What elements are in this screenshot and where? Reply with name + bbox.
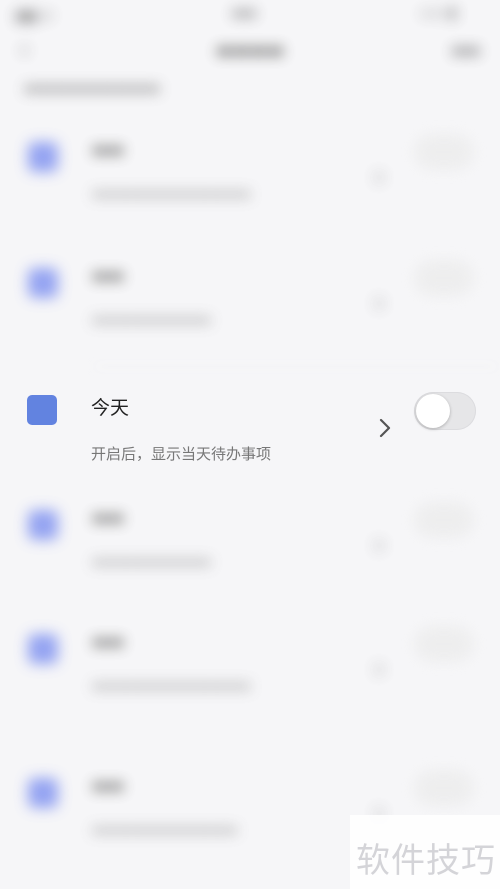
calendar-icon (28, 268, 58, 298)
today-square-icon (27, 395, 57, 425)
chevron-right-icon: › (374, 530, 385, 560)
nav-title: ▬▬▬▬ (215, 40, 285, 61)
nav-action[interactable]: ▬▬ (452, 41, 480, 59)
item-name: ▬▬ (92, 508, 125, 528)
list-item[interactable]: ▬▬ ▬▬▬▬▬▬▬▬▬ › (0, 488, 500, 606)
status-time: ▬▬ (232, 6, 257, 21)
item-desc: ▬▬▬▬▬▬▬▬▬▬▬▬ (92, 678, 251, 694)
toggle-switch[interactable] (414, 770, 474, 806)
status-bar: ▮▮▮ ᯤ ▬▬ ▭▭ ▮ (0, 0, 500, 28)
toggle-knob (416, 394, 450, 428)
calendar-icon (28, 634, 58, 664)
toggle-switch[interactable] (414, 502, 474, 538)
chevron-right-icon: › (374, 654, 385, 684)
list-item[interactable]: ▬▬ ▬▬▬▬▬▬▬▬▬▬▬▬ › (0, 120, 500, 238)
toggle-switch[interactable] (414, 626, 474, 662)
item-desc: ▬▬▬▬▬▬▬▬▬ (92, 312, 212, 328)
calendar-icon (28, 510, 58, 540)
nav-bar: ‹ ▬▬▬▬ ▬▬ (0, 28, 500, 74)
toggle-switch[interactable] (414, 134, 474, 170)
list-item[interactable]: ▬▬ ▬▬▬▬▬▬▬▬▬ › (0, 246, 500, 364)
today-toggle[interactable] (414, 392, 476, 430)
chevron-right-icon[interactable] (374, 414, 398, 442)
calendar-icon (28, 142, 58, 172)
item-name: ▬▬ (92, 632, 125, 652)
watermark: 软件技巧 (350, 815, 500, 889)
item-name: ▬▬ (92, 266, 125, 286)
item-name: ▬▬ (92, 140, 125, 160)
item-name: ▬▬ (92, 776, 125, 796)
calendar-icon (28, 778, 58, 808)
chevron-right-icon: › (374, 288, 385, 318)
battery-icon: ▭▭ ▮ (420, 6, 456, 21)
item-desc: ▬▬▬▬▬▬▬▬▬ (92, 554, 212, 570)
watermark-text: 软件技巧 (356, 841, 496, 881)
today-label: 今天 (91, 397, 130, 419)
item-desc: ▬▬▬▬▬▬▬▬▬▬▬ (92, 822, 238, 838)
list-item[interactable]: ▬▬ ▬▬▬▬▬▬▬▬▬▬▬▬ › (0, 612, 500, 730)
chevron-right-icon: › (374, 162, 385, 192)
item-desc: ▬▬▬▬▬▬▬▬▬▬▬▬ (92, 186, 251, 202)
section-title: ▬▬▬▬▬▬▬▬▬ (24, 78, 161, 97)
today-description: 开启后，显示当天待办事项 (91, 445, 272, 463)
toggle-switch[interactable] (414, 260, 474, 296)
status-carrier: ▮▮▮ ᯤ (16, 9, 54, 24)
